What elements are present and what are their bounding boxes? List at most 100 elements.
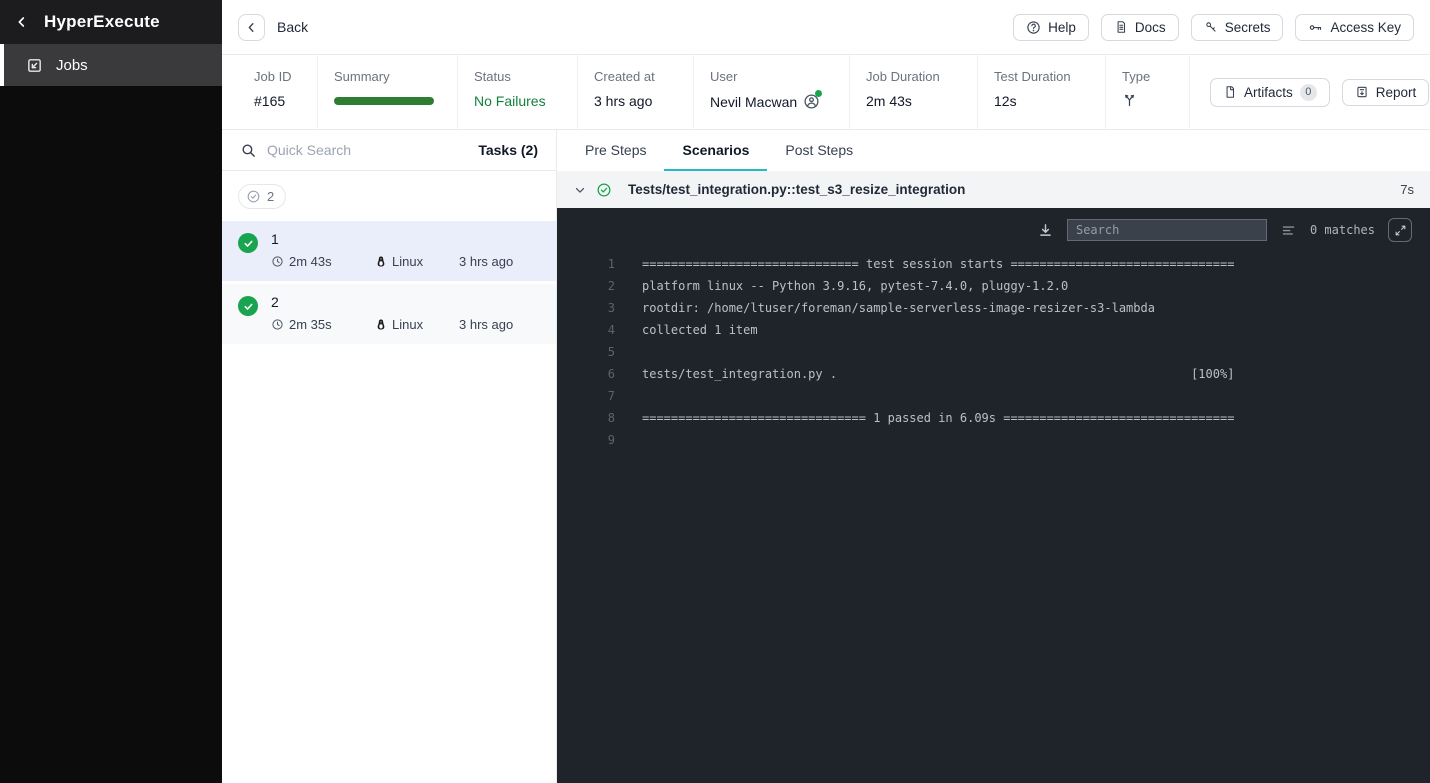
log-line: 3rootdir: /home/ltuser/foreman/sample-se… <box>557 297 1430 319</box>
report-label: Report <box>1376 85 1417 100</box>
log-line: 7 <box>557 385 1430 407</box>
task-duration: 2m 35s <box>289 317 332 332</box>
access-key-icon <box>1308 20 1323 35</box>
access-key-button[interactable]: Access Key <box>1295 14 1414 41</box>
artifact-file-icon <box>1223 85 1237 99</box>
log-terminal: 0 matches 1=============================… <box>557 208 1430 783</box>
expand-fullscreen-button[interactable] <box>1388 218 1412 242</box>
task-name: 1 <box>271 231 540 247</box>
sidebar: HyperExecute Jobs <box>0 0 222 783</box>
job-info-row: Job ID #165 Summary Status No Failures C… <box>222 55 1430 130</box>
log-line: 6tests/test_integration.py . [100%] <box>557 363 1430 385</box>
help-label: Help <box>1048 20 1076 35</box>
job-duration-label: Job Duration <box>866 69 959 84</box>
docs-button[interactable]: Docs <box>1101 14 1179 41</box>
test-duration-label: Test Duration <box>994 69 1087 84</box>
tab-post-steps[interactable]: Post Steps <box>767 130 871 171</box>
job-duration-cell: Job Duration 2m 43s <box>850 55 978 129</box>
access-key-label: Access Key <box>1330 20 1401 35</box>
log-line: 2platform linux -- Python 3.9.16, pytest… <box>557 275 1430 297</box>
linux-penguin-icon <box>375 318 387 331</box>
docs-label: Docs <box>1135 20 1166 35</box>
log-line: 1============================== test ses… <box>557 253 1430 275</box>
summary-label: Summary <box>334 69 439 84</box>
log-line: 4collected 1 item <box>557 319 1430 341</box>
log-line: 9 <box>557 429 1430 451</box>
linux-penguin-icon <box>375 255 387 268</box>
task-search-row: Tasks (2) <box>222 130 556 171</box>
topbar-actions: Help Docs Secrets <box>1013 14 1414 41</box>
job-id-cell: Job ID #165 <box>238 55 318 129</box>
task-list-item-1[interactable]: 1 2m 43s <box>222 221 556 281</box>
info-actions: Artifacts 0 Report <box>1194 55 1430 129</box>
sidebar-header: HyperExecute <box>0 0 222 44</box>
task-passed-icon <box>238 296 258 316</box>
artifacts-label: Artifacts <box>1244 85 1293 100</box>
task-duration: 2m 43s <box>289 254 332 269</box>
log-line: 5 <box>557 341 1430 363</box>
tab-pre-steps[interactable]: Pre Steps <box>567 130 664 171</box>
top-bar: Back Help Docs <box>222 0 1430 55</box>
match-count: 0 matches <box>1310 223 1375 237</box>
summary-progress-bar <box>334 97 434 105</box>
steps-tabs: Pre Steps Scenarios Post Steps <box>557 130 1430 171</box>
clock-icon <box>271 318 284 331</box>
secrets-button[interactable]: Secrets <box>1191 14 1284 41</box>
type-label: Type <box>1122 69 1171 84</box>
type-cell: Type <box>1106 55 1190 129</box>
collapse-sidebar-icon[interactable] <box>14 14 30 30</box>
scenario-title: Tests/test_integration.py::test_s3_resiz… <box>628 182 965 197</box>
passed-filter-count: 2 <box>267 189 274 204</box>
created-at-value: 3 hrs ago <box>594 93 675 109</box>
main-area: Back Help Docs <box>222 0 1430 783</box>
task-passed-icon <box>238 233 258 253</box>
sidebar-item-label: Jobs <box>56 57 88 74</box>
scenario-duration: 7s <box>1400 182 1414 197</box>
log-search-input[interactable] <box>1067 219 1267 241</box>
search-icon <box>240 142 257 159</box>
app-title: HyperExecute <box>44 12 160 32</box>
status-label: Status <box>474 69 559 84</box>
document-icon <box>1114 20 1128 34</box>
task-list-item-2[interactable]: 2 2m 35s <box>222 284 556 344</box>
hyperexecute-app: HyperExecute Jobs Back Help <box>0 0 1430 783</box>
chevron-down-icon[interactable] <box>573 183 587 197</box>
test-duration-cell: Test Duration 12s <box>978 55 1106 129</box>
scenario-row[interactable]: Tests/test_integration.py::test_s3_resiz… <box>557 171 1430 208</box>
status-cell: Status No Failures <box>458 55 578 129</box>
report-icon <box>1355 85 1369 99</box>
avatar <box>803 93 820 110</box>
back-button[interactable] <box>238 14 265 41</box>
tasks-panel: Tasks (2) 2 1 <box>222 130 557 783</box>
task-filter-row: 2 <box>222 171 556 221</box>
job-id-label: Job ID <box>254 69 299 84</box>
log-lines: 1============================== test ses… <box>557 241 1430 451</box>
online-status-dot <box>815 90 822 97</box>
secrets-label: Secrets <box>1225 20 1271 35</box>
artifacts-button[interactable]: Artifacts 0 <box>1210 78 1330 107</box>
download-log-icon[interactable] <box>1037 222 1054 239</box>
line-wrap-icon[interactable] <box>1280 223 1297 238</box>
help-button[interactable]: Help <box>1013 14 1089 41</box>
summary-cell: Summary <box>318 55 458 129</box>
clock-icon <box>271 255 284 268</box>
passed-filter-pill[interactable]: 2 <box>238 184 286 209</box>
content: Tasks (2) 2 1 <box>222 130 1430 783</box>
created-at-label: Created at <box>594 69 675 84</box>
quick-search-input[interactable] <box>267 142 468 158</box>
report-button[interactable]: Report <box>1342 79 1430 106</box>
sidebar-item-jobs[interactable]: Jobs <box>0 44 222 86</box>
task-os: Linux <box>392 254 423 269</box>
steps-panel: Pre Steps Scenarios Post Steps Tests/tes… <box>557 130 1430 783</box>
task-os: Linux <box>392 317 423 332</box>
tab-scenarios[interactable]: Scenarios <box>664 130 767 171</box>
tasks-count-label: Tasks (2) <box>478 142 538 158</box>
help-icon <box>1026 20 1041 35</box>
circled-check-icon <box>246 189 261 204</box>
test-duration-value: 12s <box>994 93 1087 109</box>
created-at-cell: Created at 3 hrs ago <box>578 55 694 129</box>
user-value: Nevil Macwan <box>710 94 797 110</box>
task-name: 2 <box>271 294 540 310</box>
back-label: Back <box>277 19 308 35</box>
job-id-value: #165 <box>254 93 299 109</box>
